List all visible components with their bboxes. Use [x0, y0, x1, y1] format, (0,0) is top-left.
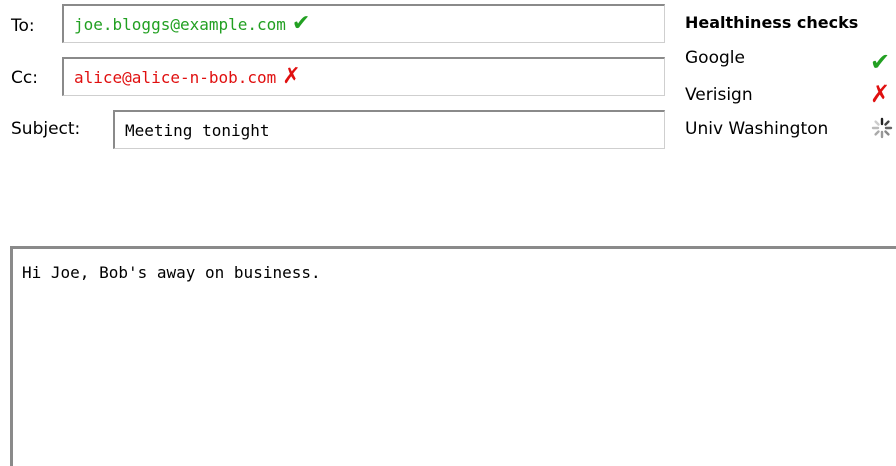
check-icon: ✔ [291, 11, 311, 36]
check-name-google: Google [685, 48, 745, 68]
cc-value: alice@alice-n-bob.com [74, 67, 277, 87]
message-text: Hi Joe, Bob's away on business. [22, 263, 321, 282]
cross-icon: ✗ [870, 80, 891, 108]
to-field[interactable]: joe.bloggs@example.com ✔ [62, 4, 665, 43]
cc-field[interactable]: alice@alice-n-bob.com ✗ [62, 57, 665, 96]
cc-label: Cc: [11, 68, 38, 88]
check-name-verisign: Verisign [685, 85, 753, 105]
to-value: joe.bloggs@example.com [74, 14, 286, 34]
to-label: To: [11, 16, 35, 36]
subject-label: Subject: [11, 119, 81, 139]
subject-value: Meeting tonight [125, 120, 270, 140]
cross-icon: ✗ [282, 64, 301, 89]
check-name-univ-washington: Univ Washington [685, 119, 829, 139]
healthiness-title: Healthiness checks [685, 13, 859, 32]
spinner-icon [871, 117, 893, 139]
subject-field[interactable]: Meeting tonight [113, 110, 665, 149]
check-icon: ✔ [870, 48, 891, 76]
message-body[interactable]: Hi Joe, Bob's away on business. [10, 246, 896, 466]
